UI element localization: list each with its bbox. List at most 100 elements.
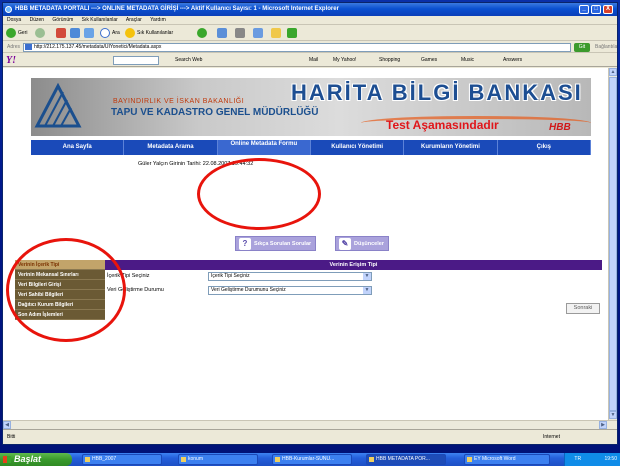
scroll-down-icon[interactable]: ▼ bbox=[609, 411, 617, 419]
scroll-thumb[interactable] bbox=[609, 77, 617, 411]
stop-button[interactable] bbox=[56, 27, 66, 39]
folder-icon bbox=[181, 457, 186, 462]
menu-help[interactable]: Yardım bbox=[150, 17, 166, 23]
faq-label: Sıkça Sorulan Sorular bbox=[254, 241, 312, 247]
vertical-scrollbar[interactable]: ▲ ▼ bbox=[608, 68, 617, 420]
task-konum[interactable]: konum bbox=[178, 454, 258, 465]
task-kurumlar-sunu[interactable]: HBB-Kurumlar-SUNU... bbox=[272, 454, 352, 465]
scroll-up-icon[interactable]: ▲ bbox=[609, 68, 617, 76]
search-button[interactable]: Ara bbox=[100, 27, 120, 39]
dev-status-value: Veri Geliştirme Durumunu Seçiniz bbox=[211, 287, 286, 293]
clock[interactable]: 19:50 bbox=[604, 456, 617, 462]
edit-icon bbox=[253, 27, 263, 38]
shopping-link[interactable]: Shopping bbox=[379, 54, 400, 67]
games-link[interactable]: Games bbox=[421, 54, 437, 67]
nav-home[interactable]: Ana Sayfa bbox=[31, 140, 125, 155]
mail-link[interactable]: Mail bbox=[309, 54, 318, 67]
task-label: EY Microsoft Word bbox=[474, 456, 516, 462]
task-hbb-2007[interactable]: HBB_2007 bbox=[82, 454, 162, 465]
forward-button[interactable] bbox=[35, 27, 47, 39]
status-text: Bitti bbox=[7, 434, 16, 440]
language-indicator[interactable]: TR bbox=[574, 456, 581, 462]
scroll-left-icon[interactable]: ◀ bbox=[3, 421, 11, 429]
horizontal-scrollbar[interactable]: ◀ ▶ bbox=[3, 420, 617, 429]
discuss-button[interactable] bbox=[271, 27, 281, 39]
close-button[interactable]: X bbox=[603, 5, 613, 14]
home-button[interactable] bbox=[84, 27, 94, 39]
task-label: HBB_2007 bbox=[92, 456, 117, 462]
ie-window: HBB METADATA PORTALI ---> ONLINE METADAT… bbox=[2, 2, 618, 445]
menu-file[interactable]: Dosya bbox=[7, 17, 21, 23]
nav-metadata-search[interactable]: Metadata Arama bbox=[124, 140, 218, 155]
refresh-button[interactable] bbox=[70, 27, 80, 39]
edit-button[interactable] bbox=[253, 27, 263, 39]
messenger-icon bbox=[287, 27, 297, 38]
my-yahoo-link[interactable]: My Yahoo! bbox=[333, 54, 356, 67]
notes-button[interactable]: ✎ Düşünceler bbox=[335, 236, 389, 251]
yahoo-toolbar: Y! Search Web Mail My Yahoo! Shopping Ga… bbox=[3, 54, 617, 67]
form-header: Verinin Erişim Tipi bbox=[105, 260, 602, 270]
back-button[interactable]: Geri bbox=[6, 27, 27, 39]
links-label[interactable]: Bağlantılar bbox=[595, 42, 617, 53]
start-label: Başlat bbox=[14, 454, 42, 464]
go-button[interactable]: Git bbox=[574, 43, 590, 52]
mail-icon bbox=[217, 27, 227, 38]
star-icon bbox=[125, 27, 135, 38]
nav-online-metadata-form[interactable]: Online Metadata Formu bbox=[217, 140, 311, 155]
search-web-button[interactable]: Search Web bbox=[175, 54, 202, 67]
nav-logout[interactable]: Çıkış bbox=[498, 140, 591, 155]
title-bar: HBB METADATA PORTALI ---> ONLINE METADAT… bbox=[3, 3, 617, 16]
menu-view[interactable]: Görünüm bbox=[52, 17, 73, 23]
status-bar: Bitti Internet bbox=[3, 429, 617, 444]
site-title: HARİTA BİLGİ BANKASI bbox=[291, 80, 583, 105]
start-button[interactable]: Başlat bbox=[0, 453, 72, 466]
menu-tools[interactable]: Araçlar bbox=[126, 17, 142, 23]
nav-user-management[interactable]: Kullanıcı Yönetimi bbox=[311, 140, 405, 155]
task-label: HBB METADATA POR... bbox=[376, 456, 430, 462]
nav-institution-management[interactable]: Kurumların Yönetimi bbox=[404, 140, 498, 155]
window-title: HBB METADATA PORTALI ---> ONLINE METADAT… bbox=[15, 6, 339, 12]
history-button[interactable] bbox=[197, 27, 209, 39]
content-type-select[interactable]: İçerik Tipi Seçiniz ▼ bbox=[208, 272, 372, 281]
address-label: Adres bbox=[7, 44, 21, 50]
minimize-button[interactable]: _ bbox=[579, 5, 589, 14]
system-tray: TR 19:50 bbox=[564, 453, 620, 466]
messenger-button[interactable] bbox=[287, 27, 297, 39]
refresh-icon bbox=[70, 27, 80, 38]
page-icon bbox=[25, 44, 32, 50]
print-icon bbox=[235, 27, 245, 38]
word-icon bbox=[467, 457, 472, 462]
content-type-value: İçerik Tipi Seçiniz bbox=[211, 273, 250, 279]
print-button[interactable] bbox=[235, 27, 245, 39]
search-icon bbox=[100, 27, 110, 38]
answers-link[interactable]: Answers bbox=[503, 54, 522, 67]
test-stage-notice: Test Aşamasındadır bbox=[386, 118, 499, 132]
yahoo-logo-icon[interactable]: Y! bbox=[6, 54, 16, 67]
ie-icon bbox=[369, 457, 374, 462]
dev-status-select[interactable]: Veri Geliştirme Durumunu Seçiniz ▼ bbox=[208, 286, 372, 295]
scroll-right-icon[interactable]: ▶ bbox=[599, 421, 607, 429]
annotation-circle-left-menu bbox=[6, 238, 126, 342]
toolbar: Geri Ara Sık Kullanılanlar bbox=[3, 25, 617, 41]
music-link[interactable]: Music bbox=[461, 54, 474, 67]
question-icon: ? bbox=[239, 238, 251, 250]
directorate-name: TAPU VE KADASTRO GENEL MÜDÜRLÜĞÜ bbox=[111, 107, 319, 118]
mail-button[interactable] bbox=[217, 27, 227, 39]
yahoo-search-input[interactable] bbox=[113, 56, 159, 65]
hbb-logo: HBB bbox=[549, 122, 571, 133]
task-microsoft-word[interactable]: EY Microsoft Word bbox=[464, 454, 550, 465]
stop-icon bbox=[56, 27, 66, 38]
menu-edit[interactable]: Düzen bbox=[30, 17, 44, 23]
menu-favorites[interactable]: Sık Kullanılanlar bbox=[82, 17, 118, 23]
task-hbb-metadata-portal[interactable]: HBB METADATA POR... bbox=[366, 454, 446, 465]
address-input[interactable]: http://212.175.137.45/metadata/UIYonetic… bbox=[23, 43, 571, 52]
favorites-button[interactable]: Sık Kullanılanlar bbox=[125, 27, 173, 39]
banner: BAYINDIRLIK VE İSKAN BAKANLIĞI TAPU VE K… bbox=[31, 78, 591, 136]
maximize-button[interactable]: □ bbox=[591, 5, 601, 14]
ministry-name: BAYINDIRLIK VE İSKAN BAKANLIĞI bbox=[113, 98, 245, 105]
faq-button[interactable]: ? Sıkça Sorulan Sorular bbox=[235, 236, 317, 251]
taskbar: Başlat HBB_2007 konum HBB-Kurumlar-SUNU.… bbox=[0, 453, 620, 466]
next-button[interactable]: Sonraki bbox=[566, 303, 600, 314]
back-arrow-icon bbox=[6, 27, 16, 38]
annotation-circle-nav bbox=[197, 158, 321, 230]
